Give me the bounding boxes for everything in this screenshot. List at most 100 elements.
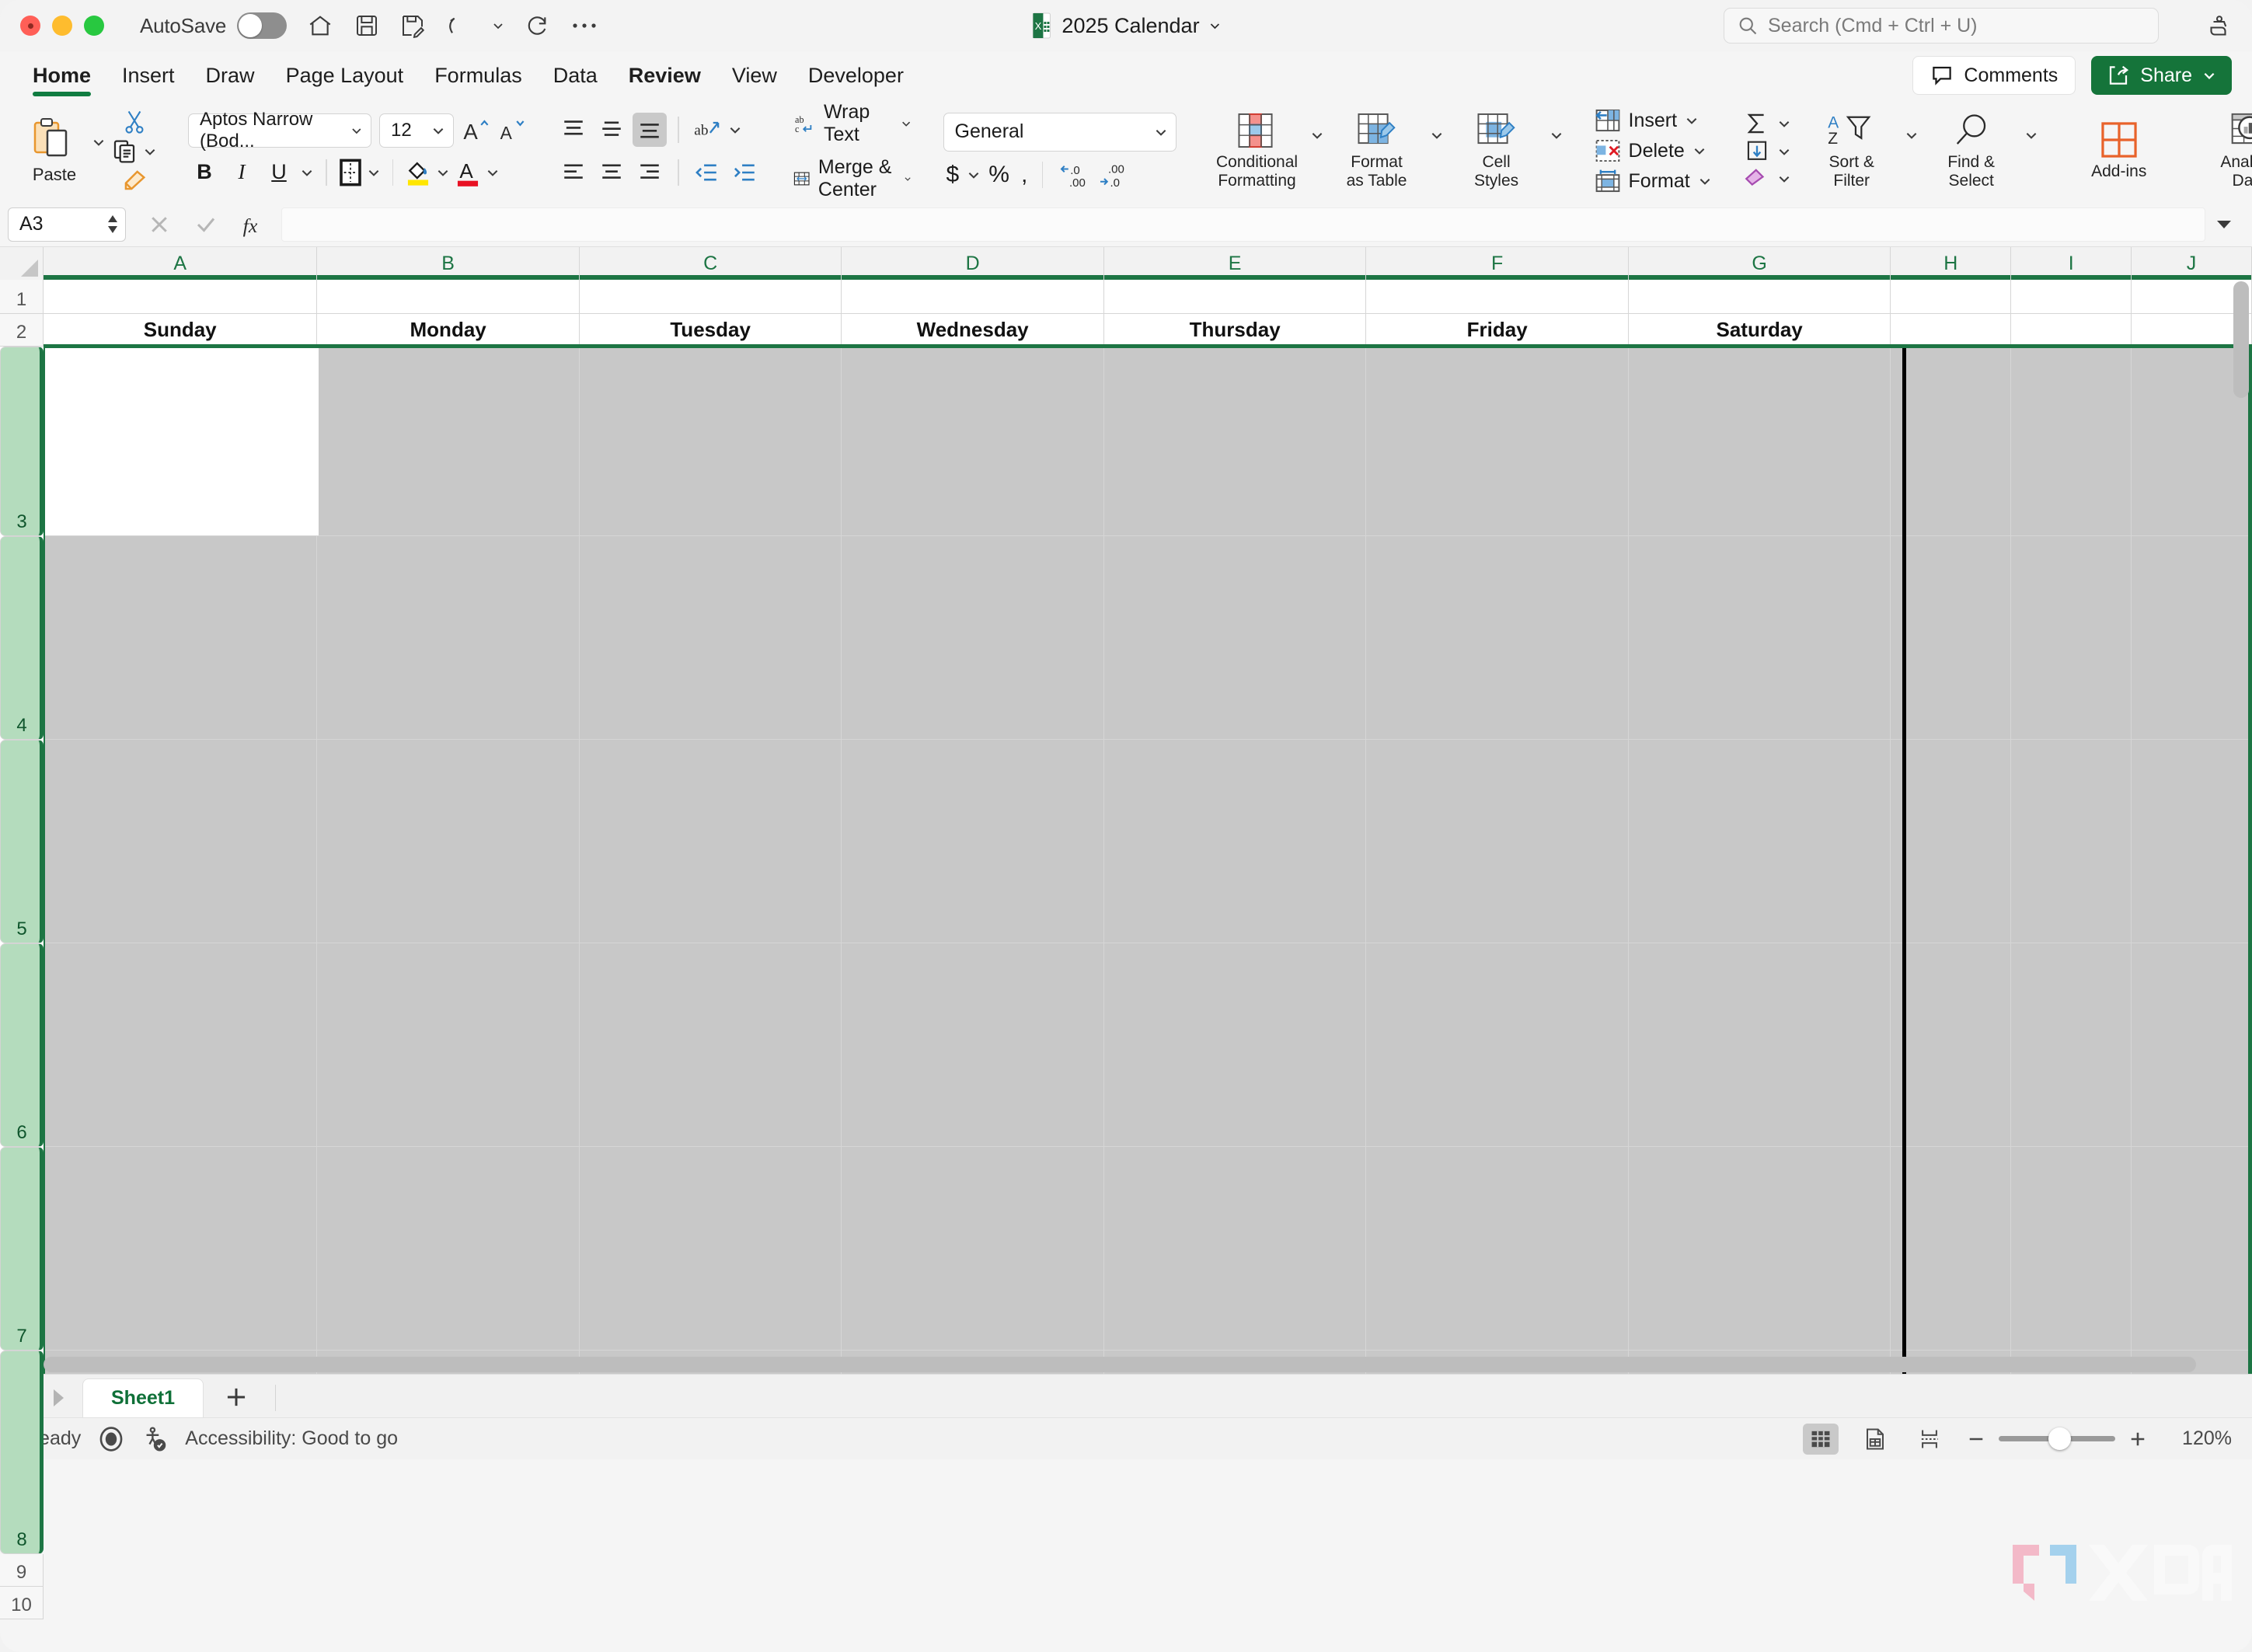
column-header-e[interactable]: E	[1104, 247, 1367, 280]
cell-c1[interactable]	[580, 280, 842, 313]
conditional-formatting-button[interactable]: Conditional Formatting	[1208, 111, 1307, 190]
sort-filter-dropdown-icon[interactable]	[1905, 128, 1919, 142]
cell-d3[interactable]	[842, 347, 1104, 535]
cell-f6[interactable]	[1366, 943, 1629, 1146]
cell-g6[interactable]	[1628, 943, 1891, 1146]
row-header-9[interactable]: 9	[0, 1554, 44, 1587]
borders-button[interactable]	[339, 159, 362, 186]
share-button[interactable]: Share	[2091, 56, 2232, 95]
row-header-2[interactable]: 2	[0, 314, 44, 347]
accessibility-status-icon[interactable]	[141, 1426, 168, 1452]
borders-dropdown-icon[interactable]	[367, 166, 381, 179]
decrease-font-size-button[interactable]: A	[497, 117, 525, 144]
add-sheet-button[interactable]	[204, 1385, 269, 1417]
column-header-f[interactable]: F	[1366, 247, 1629, 280]
cell-g5[interactable]	[1628, 740, 1891, 943]
cell-h6[interactable]	[1891, 943, 2012, 1146]
cell-i7[interactable]	[2011, 1147, 2132, 1350]
tab-data[interactable]: Data	[538, 53, 613, 98]
zoom-slider[interactable]	[1966, 1427, 2148, 1450]
column-header-d[interactable]: D	[842, 247, 1104, 280]
currency-dropdown-icon[interactable]	[967, 168, 981, 182]
cancel-entry-icon[interactable]	[148, 213, 171, 236]
format-dropdown-icon[interactable]	[1698, 174, 1712, 188]
cell-g7[interactable]	[1628, 1147, 1891, 1350]
cell-a1[interactable]	[44, 280, 318, 313]
row-header-6[interactable]: 6	[0, 943, 44, 1147]
underline-button[interactable]: U	[263, 156, 295, 189]
tab-review[interactable]: Review	[613, 53, 716, 98]
cell-j6[interactable]	[2132, 943, 2252, 1146]
align-center-button[interactable]	[594, 155, 629, 190]
save-icon[interactable]	[354, 13, 379, 38]
paste-dropdown-icon[interactable]	[92, 135, 106, 149]
delete-cells-button[interactable]: Delete	[1595, 138, 1712, 163]
cell-f7[interactable]	[1366, 1147, 1629, 1350]
delete-dropdown-icon[interactable]	[1692, 144, 1706, 158]
align-left-button[interactable]	[556, 155, 591, 190]
autosum-dropdown-icon[interactable]	[1777, 117, 1791, 131]
cell-h4[interactable]	[1891, 536, 2012, 739]
cell-g2[interactable]: Saturday	[1629, 314, 1891, 346]
insert-cells-button[interactable]: Insert	[1595, 108, 1712, 133]
tab-insert[interactable]: Insert	[106, 53, 190, 98]
merge-dropdown-icon[interactable]	[904, 172, 912, 186]
add-ins-button[interactable]: Add-ins	[2069, 120, 2169, 181]
maximize-window-button[interactable]	[84, 16, 104, 36]
sort-filter-button[interactable]: A Z Sort & Filter	[1802, 111, 1902, 190]
bold-button[interactable]: B	[188, 156, 221, 189]
cell-b5[interactable]	[317, 740, 580, 943]
expand-formula-bar-icon[interactable]	[2205, 218, 2243, 231]
wrap-text-dropdown-icon[interactable]	[901, 117, 912, 131]
find-select-dropdown-icon[interactable]	[2024, 128, 2038, 142]
macro-record-button[interactable]	[98, 1426, 124, 1452]
tab-home[interactable]: Home	[17, 53, 106, 98]
select-all-button[interactable]	[0, 247, 44, 280]
cell-d7[interactable]	[842, 1147, 1104, 1350]
zoom-out-button[interactable]	[1966, 1429, 1986, 1449]
cell-b2[interactable]: Monday	[317, 314, 580, 346]
percent-format-button[interactable]: %	[988, 162, 1009, 188]
cell-h1[interactable]	[1891, 280, 2012, 313]
cell-c3[interactable]	[579, 347, 842, 535]
page-break-preview-button[interactable]	[1912, 1424, 1947, 1455]
row-header-5[interactable]: 5	[0, 740, 44, 943]
confirm-entry-icon[interactable]	[194, 213, 218, 236]
cell-e6[interactable]	[1103, 943, 1367, 1146]
cell-h7[interactable]	[1891, 1147, 2012, 1350]
format-as-table-dropdown-icon[interactable]	[1430, 128, 1444, 142]
page-layout-view-button[interactable]	[1857, 1424, 1893, 1455]
fill-button[interactable]	[1743, 139, 1771, 164]
column-header-g[interactable]: G	[1629, 247, 1891, 280]
merge-center-button[interactable]: Merge & Center	[793, 156, 912, 201]
more-options-icon[interactable]	[571, 20, 598, 31]
insert-dropdown-icon[interactable]	[1685, 113, 1699, 127]
cell-b3[interactable]	[317, 347, 580, 535]
home-icon[interactable]	[307, 12, 333, 39]
cell-d6[interactable]	[842, 943, 1104, 1146]
text-orientation-button[interactable]: ab	[690, 113, 724, 147]
column-header-a[interactable]: A	[44, 247, 318, 280]
decrease-indent-button[interactable]	[690, 155, 724, 190]
share-dropdown-icon[interactable]	[2202, 68, 2216, 82]
active-cell-a3[interactable]	[44, 347, 319, 535]
cell-b1[interactable]	[317, 280, 580, 313]
zoom-slider-track[interactable]	[1999, 1427, 2115, 1450]
format-painter-button[interactable]	[122, 169, 147, 192]
cell-b7[interactable]	[317, 1147, 580, 1350]
font-color-button[interactable]: A	[455, 158, 481, 187]
font-size-select[interactable]: 12	[379, 113, 454, 148]
cell-c5[interactable]	[579, 740, 842, 943]
row-header-8[interactable]: 8	[0, 1351, 44, 1554]
cell-i3[interactable]	[2011, 347, 2132, 535]
tab-developer[interactable]: Developer	[793, 53, 919, 98]
cell-e3[interactable]	[1103, 347, 1367, 535]
cell-g1[interactable]	[1629, 280, 1891, 313]
cell-h5[interactable]	[1891, 740, 2012, 943]
cell-e7[interactable]	[1103, 1147, 1367, 1350]
undo-icon[interactable]	[446, 13, 471, 38]
cell-a2[interactable]: Sunday	[44, 314, 318, 346]
cell-f2[interactable]: Friday	[1366, 314, 1629, 346]
increase-indent-button[interactable]	[728, 155, 762, 190]
cell-c6[interactable]	[579, 943, 842, 1146]
